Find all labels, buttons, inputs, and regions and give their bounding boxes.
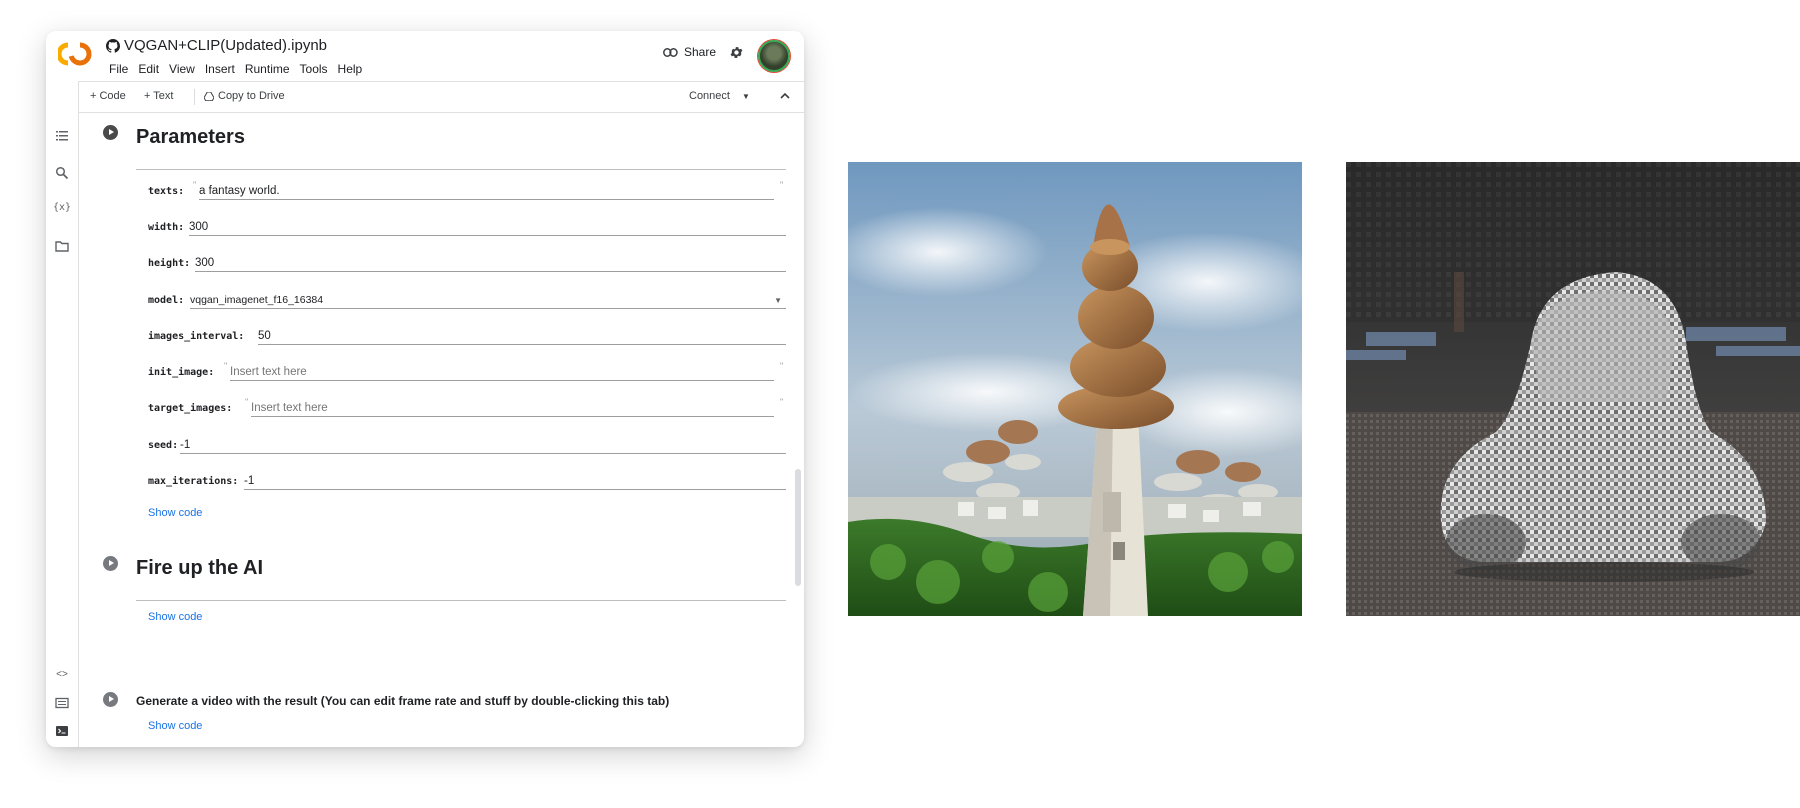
drive-icon bbox=[204, 91, 214, 101]
collapse-chevron-icon[interactable] bbox=[780, 92, 790, 100]
quote-open: " bbox=[224, 361, 228, 371]
notebook-content: Parameters texts: " a fantasy world. " w… bbox=[78, 112, 804, 747]
param-label-init-image: init_image: bbox=[148, 367, 215, 378]
quote-open: " bbox=[193, 180, 197, 190]
add-text-label: + Text bbox=[144, 90, 174, 102]
left-sidebar: {x} <> bbox=[46, 81, 79, 747]
run-cell-button[interactable] bbox=[103, 692, 118, 707]
height-input[interactable]: 300 bbox=[195, 257, 786, 272]
gear-icon[interactable] bbox=[729, 45, 744, 60]
add-code-label: + Code bbox=[90, 90, 126, 102]
menu-file[interactable]: File bbox=[104, 62, 133, 76]
folder-icon[interactable] bbox=[55, 239, 69, 253]
variables-icon[interactable]: {x} bbox=[52, 202, 72, 216]
param-label-target-images: target_images: bbox=[148, 403, 233, 414]
section-heading-fire-up: Fire up the AI bbox=[136, 557, 264, 579]
images-interval-input[interactable]: 50 bbox=[258, 330, 786, 345]
app-header: VQGAN+CLIP(Updated).ipynb File Edit View… bbox=[46, 31, 804, 81]
quote-close: " bbox=[780, 361, 784, 371]
scrollbar-thumb[interactable] bbox=[795, 469, 801, 586]
quote-close: " bbox=[780, 397, 784, 407]
init-image-input[interactable]: Insert text here bbox=[230, 366, 774, 381]
section-divider bbox=[136, 169, 786, 170]
code-snippets-icon[interactable]: <> bbox=[55, 669, 69, 683]
show-code-link[interactable]: Show code bbox=[148, 720, 202, 732]
menu-tools[interactable]: Tools bbox=[295, 62, 333, 76]
menu-view[interactable]: View bbox=[164, 62, 200, 76]
param-label-width: width: bbox=[148, 222, 185, 233]
param-label-height: height: bbox=[148, 258, 191, 269]
seed-input[interactable]: -1 bbox=[180, 439, 786, 454]
search-icon[interactable] bbox=[55, 166, 69, 180]
menu-bar: File Edit View Insert Runtime Tools Help bbox=[104, 62, 367, 76]
dropdown-arrow-icon: ▼ bbox=[774, 296, 782, 305]
section-heading-parameters: Parameters bbox=[136, 126, 245, 148]
share-button[interactable]: Share bbox=[663, 45, 716, 59]
add-code-button[interactable]: + Code bbox=[90, 90, 126, 102]
notebook-toolbar: + Code + Text Copy to Drive Connect ▼ bbox=[78, 81, 804, 113]
toolbar-divider bbox=[194, 89, 195, 105]
menu-help[interactable]: Help bbox=[333, 62, 368, 76]
model-select-value: vqgan_imagenet_f16_16384 bbox=[190, 294, 324, 306]
add-text-button[interactable]: + Text bbox=[144, 90, 173, 102]
run-cell-button[interactable] bbox=[103, 556, 118, 571]
colab-logo[interactable] bbox=[58, 41, 92, 67]
notebook-title-text[interactable]: VQGAN+CLIP(Updated).ipynb bbox=[124, 37, 327, 54]
connect-label: Connect bbox=[689, 90, 730, 102]
quote-close: " bbox=[780, 180, 784, 190]
show-code-link[interactable]: Show code bbox=[148, 611, 202, 623]
menu-insert[interactable]: Insert bbox=[200, 62, 240, 76]
copy-to-drive-label: Copy to Drive bbox=[218, 90, 285, 102]
user-avatar[interactable] bbox=[758, 40, 790, 72]
colab-window: VQGAN+CLIP(Updated).ipynb File Edit View… bbox=[46, 31, 804, 747]
width-input[interactable]: 300 bbox=[189, 221, 786, 236]
github-icon bbox=[106, 38, 120, 53]
param-label-max-iterations: max_iterations: bbox=[148, 476, 239, 487]
command-palette-icon[interactable] bbox=[55, 696, 69, 710]
terminal-icon[interactable] bbox=[55, 724, 69, 738]
target-images-input[interactable]: Insert text here bbox=[251, 402, 774, 417]
video-cell-heading: Generate a video with the result (You ca… bbox=[136, 694, 670, 708]
param-label-model: model: bbox=[148, 295, 185, 306]
share-label: Share bbox=[684, 45, 717, 59]
model-select[interactable]: vqgan_imagenet_f16_16384 ▼ bbox=[190, 294, 786, 309]
caret-down-icon[interactable]: ▼ bbox=[742, 92, 750, 101]
generated-image-crystal-car bbox=[1346, 162, 1800, 616]
copy-to-drive-button[interactable]: Copy to Drive bbox=[204, 90, 285, 102]
menu-runtime[interactable]: Runtime bbox=[240, 62, 295, 76]
run-cell-button[interactable] bbox=[103, 125, 118, 140]
param-label-seed: seed: bbox=[148, 440, 179, 451]
param-label-images-interval: images_interval: bbox=[148, 331, 245, 342]
texts-input[interactable]: a fantasy world. bbox=[199, 185, 774, 200]
link-icon bbox=[663, 47, 678, 57]
notebook-title[interactable]: VQGAN+CLIP(Updated).ipynb bbox=[106, 37, 327, 54]
show-code-link[interactable]: Show code bbox=[148, 507, 202, 519]
param-label-texts: texts: bbox=[148, 186, 185, 197]
quote-open: " bbox=[245, 397, 249, 407]
generated-image-fantasy-world bbox=[848, 162, 1302, 616]
max-iterations-input[interactable]: -1 bbox=[244, 475, 786, 490]
menu-edit[interactable]: Edit bbox=[133, 62, 164, 76]
toc-icon[interactable] bbox=[55, 129, 69, 143]
connect-button[interactable]: Connect ▼ bbox=[689, 90, 750, 102]
section-divider bbox=[136, 600, 786, 601]
